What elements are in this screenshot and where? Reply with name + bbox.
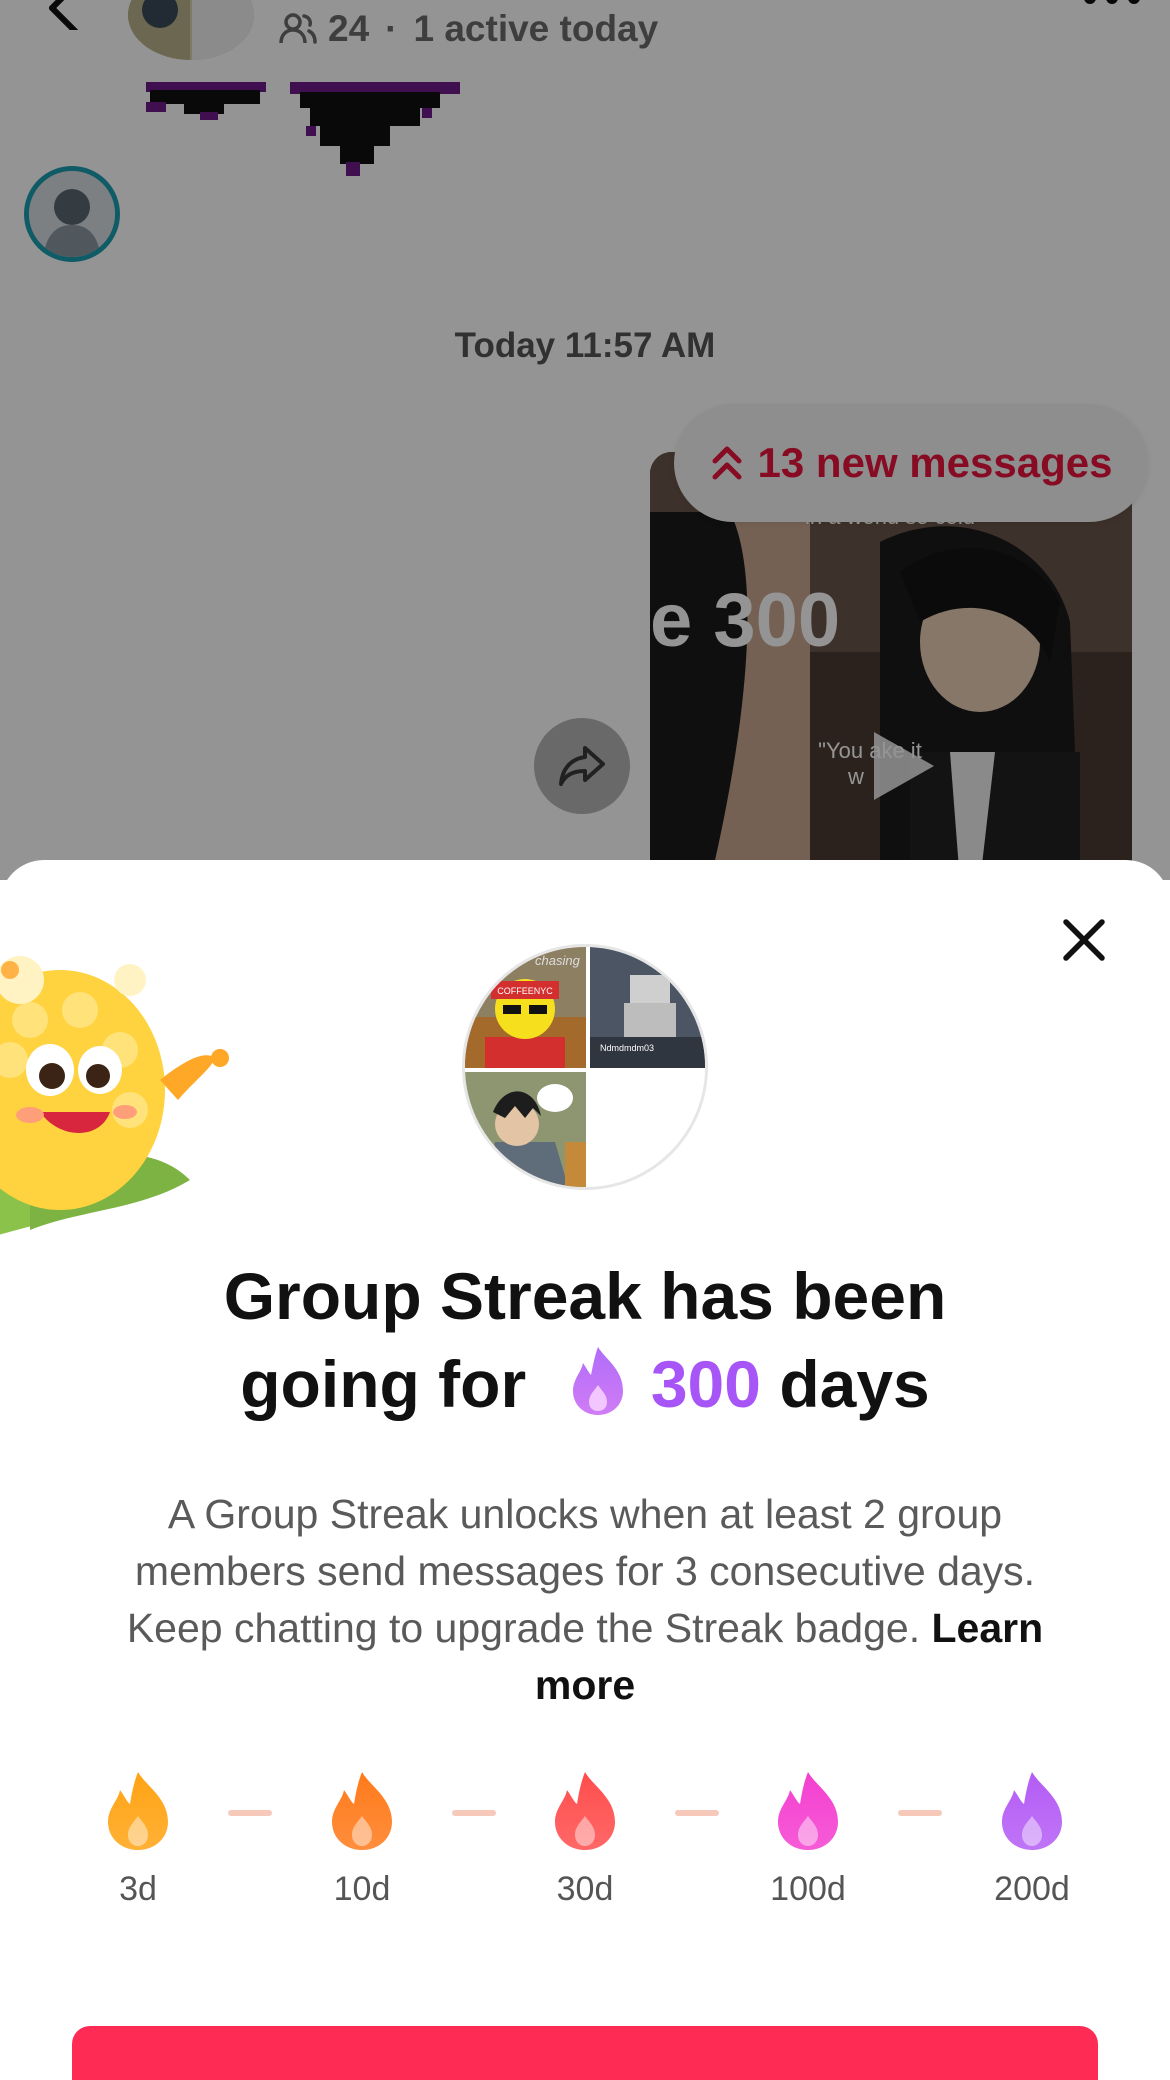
member-avatar-1: COFFEENYC chasing: [465, 947, 586, 1068]
avatar-chasing-text: chasing: [535, 953, 581, 968]
double-chevron-up-icon: [712, 446, 742, 480]
streak-description: A Group Streak unlocks when at least 2 g…: [110, 1486, 1060, 1714]
group-streak-sheet: COFFEENYC chasing Ndmdmdm03 Group Streak…: [0, 860, 1170, 2080]
headline-line-1: Group Streak has been: [223, 1259, 947, 1333]
milestone-connector: [228, 1810, 272, 1816]
member-count: 24: [328, 8, 370, 49]
sticker-pixel-art: [146, 82, 460, 176]
share-button[interactable]: [534, 718, 630, 814]
headline-prefix: going for: [240, 1347, 527, 1421]
play-icon[interactable]: [860, 726, 940, 806]
streak-count: 300: [650, 1347, 761, 1421]
milestone-30d: 30d: [505, 1770, 665, 1909]
milestone-3d: 3d: [58, 1770, 218, 1909]
milestone-label: 200d: [994, 1870, 1070, 1908]
flame-icon: [555, 1772, 615, 1850]
flame-icon: [108, 1772, 168, 1850]
new-messages-label: 13 new messages: [757, 439, 1113, 486]
share-arrow-icon: [559, 746, 605, 786]
member-avatar-2: Ndmdmdm03: [590, 947, 705, 1068]
milestone-label: 10d: [333, 1870, 391, 1908]
new-messages-button[interactable]: 13 new messages: [674, 404, 1148, 522]
description-text: A Group Streak unlocks when at least 2 g…: [126, 1491, 1036, 1651]
flame-icon: [778, 1772, 838, 1850]
group-meta: 24 · 1 active today: [278, 8, 658, 50]
member-avatar-empty: [590, 1072, 705, 1187]
streak-milestones: 3d 10d 30d 100d 200d: [0, 1770, 1170, 1950]
group-avatar-collage: COFFEENYC chasing Ndmdmdm03: [462, 944, 708, 1190]
milestone-label: 3d: [119, 1870, 157, 1908]
meta-separator: ·: [385, 8, 398, 49]
milestone-label: 30d: [556, 1870, 614, 1908]
milestone-10d: 10d: [282, 1770, 442, 1909]
message-timestamp: Today 11:57 AM: [454, 326, 716, 365]
primary-action-button[interactable]: [72, 2026, 1098, 2080]
corn-mascot-illustration: [0, 956, 229, 1235]
sender-avatar[interactable]: [24, 166, 120, 262]
active-status: 1 active today: [413, 8, 659, 49]
avatar-cap-text: COFFEENYC: [497, 986, 553, 996]
headline-suffix: days: [779, 1347, 930, 1421]
close-icon[interactable]: [1056, 912, 1112, 968]
headline-line-2: going for 300 days: [0, 1340, 1170, 1428]
flame-icon: [332, 1772, 392, 1850]
sender-avatar-image: [29, 171, 115, 257]
milestone-200d: 200d: [952, 1770, 1112, 1909]
flame-icon: [1002, 1772, 1062, 1850]
milestone-100d: 100d: [728, 1770, 888, 1909]
streak-headline: Group Streak has been going for 300 days: [0, 1252, 1170, 1428]
chat-header: 24 · 1 active today: [0, 0, 1170, 82]
people-icon: [279, 13, 317, 44]
group-avatar-image: [128, 0, 254, 60]
chat-background: 24 · 1 active today Today 11:57 AM "You …: [0, 0, 1170, 880]
back-icon[interactable]: [40, 0, 90, 30]
milestone-connector: [674, 1810, 719, 1816]
avatar-username-text: Ndmdmdm03: [600, 1043, 654, 1053]
member-avatar-3: [465, 1072, 586, 1187]
group-avatar[interactable]: [128, 0, 254, 60]
milestone-connector: [898, 1810, 942, 1816]
video-overlay-text: Unlike u we have 300 days: [79, 578, 841, 761]
milestone-connector: [451, 1810, 496, 1816]
flame-icon: [572, 1347, 623, 1415]
milestone-label: 100d: [770, 1870, 846, 1908]
more-dots-icon[interactable]: [1082, 0, 1142, 12]
